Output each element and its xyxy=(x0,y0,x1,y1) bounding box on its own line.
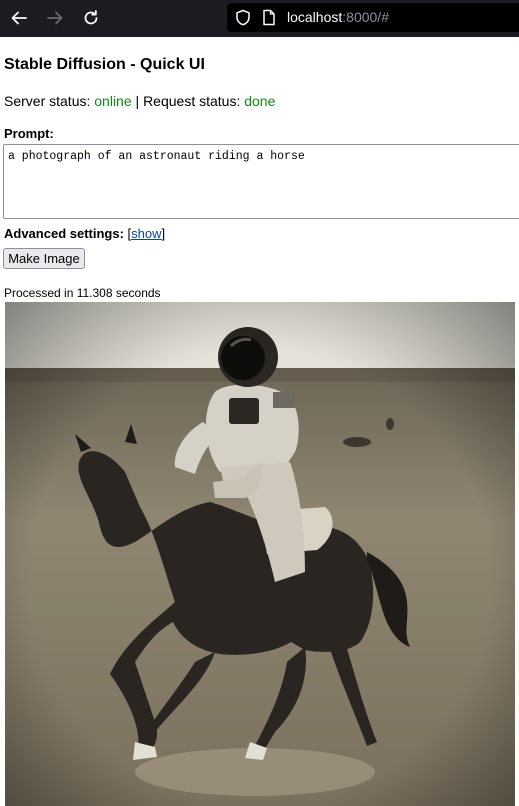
status-separator: | xyxy=(131,93,144,109)
server-status-label: Server status: xyxy=(4,93,95,109)
prompt-label: Prompt: xyxy=(4,126,54,141)
back-icon xyxy=(11,11,27,25)
advanced-settings-line: Advanced settings: [show] xyxy=(4,226,166,241)
generated-image xyxy=(5,302,515,806)
prompt-input[interactable]: a photograph of an astronaut riding a ho… xyxy=(3,144,519,219)
advanced-settings-label: Advanced settings: xyxy=(4,226,124,241)
browser-toolbar: localhost:8000/# xyxy=(0,0,519,37)
page-icon[interactable] xyxy=(262,9,276,26)
request-status-label: Request status: xyxy=(143,93,245,109)
reload-icon xyxy=(84,10,98,25)
processed-time-text: Processed in 11.308 seconds xyxy=(4,286,161,300)
url-text[interactable]: localhost:8000/# xyxy=(287,9,389,26)
url-bar[interactable]: localhost:8000/# xyxy=(227,3,519,32)
shield-icon[interactable] xyxy=(235,9,251,26)
page-title: Stable Diffusion - Quick UI xyxy=(4,56,205,73)
back-button[interactable] xyxy=(6,5,32,31)
make-image-button[interactable]: Make Image xyxy=(3,248,85,269)
forward-icon xyxy=(47,11,63,25)
url-path: :8000/# xyxy=(342,9,389,25)
status-line: Server status: online | Request status: … xyxy=(4,92,275,110)
advanced-settings-show-link[interactable]: show xyxy=(131,226,161,241)
url-host: localhost xyxy=(287,9,343,25)
server-status-value: online xyxy=(94,93,132,109)
reload-button[interactable] xyxy=(78,5,104,31)
request-status-value: done xyxy=(244,93,276,109)
forward-button[interactable] xyxy=(42,5,68,31)
